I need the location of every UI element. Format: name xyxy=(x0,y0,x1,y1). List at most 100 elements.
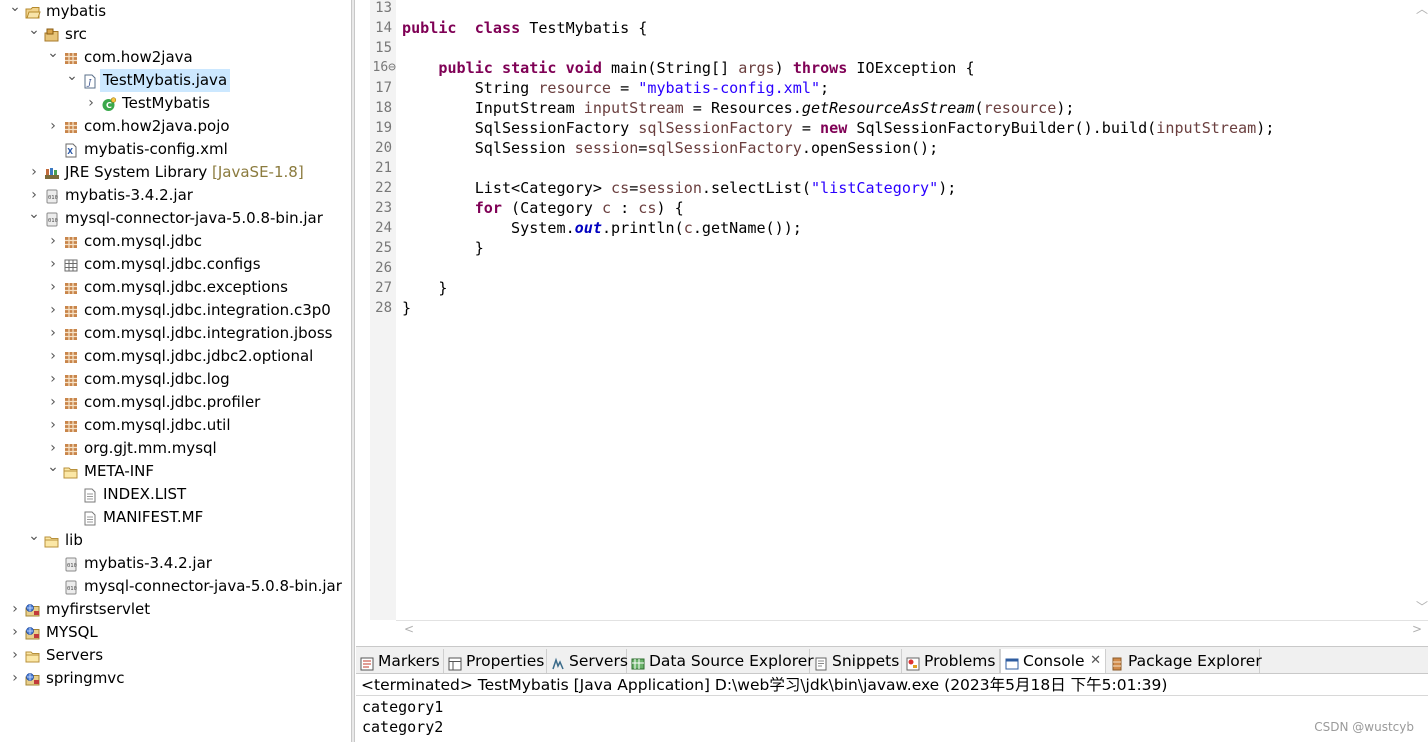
code-line[interactable]: InputStream inputStream = Resources.getR… xyxy=(402,98,1075,118)
chevron-down-icon[interactable]: ⌄ xyxy=(47,42,59,65)
chevron-right-icon[interactable]: › xyxy=(47,115,59,138)
tree-item[interactable]: › Servers xyxy=(0,644,351,667)
chevron-right-icon[interactable]: › xyxy=(47,368,59,391)
tree-item[interactable]: › com.mysql.jdbc.configs xyxy=(0,253,351,276)
scroll-right-icon[interactable]: > xyxy=(1412,622,1422,636)
scroll-up-icon[interactable]: ︿ xyxy=(1416,0,1428,17)
tree-item[interactable]: 010 mysql-connector-java-5.0.8-bin.jar xyxy=(0,575,351,598)
bottom-panel: Markers Properties Servers Data Source Expl… xyxy=(356,646,1428,743)
chevron-right-icon[interactable]: › xyxy=(47,276,59,299)
chevron-right-icon[interactable]: › xyxy=(9,644,21,667)
tree-item[interactable]: INDEX.LIST xyxy=(0,483,351,506)
tree-item[interactable]: › JRE System Library [JavaSE-1.8] xyxy=(0,161,351,184)
code-token: static xyxy=(492,59,557,77)
code-line[interactable]: } xyxy=(402,238,484,258)
code-editor[interactable]: 13 14 15 16⊖ 17 18 19 20 21 22 23 24 25 26 27 28 public… xyxy=(356,0,1428,641)
web-project-icon xyxy=(25,602,41,617)
tree-item[interactable]: ⌄ com.how2java xyxy=(0,45,351,69)
tree-item-label: mybatis-config.xml xyxy=(84,138,228,161)
tree-item-hint: [JavaSE-1.8] xyxy=(207,163,304,181)
tree-item[interactable]: ⌄ mybatis xyxy=(0,0,351,23)
tree-item[interactable]: › com.mysql.jdbc.jdbc2.optional xyxy=(0,345,351,368)
tab-properties[interactable]: Properties xyxy=(444,649,547,673)
vertical-splitter[interactable] xyxy=(351,0,355,742)
tree-item-text: mybatis xyxy=(46,2,107,20)
tree-item[interactable]: › myfirstservlet xyxy=(0,598,351,621)
tree-item-label: META-INF xyxy=(84,460,154,483)
tree-item-label: mybatis xyxy=(46,0,106,23)
tree-item[interactable]: › springmvc xyxy=(0,667,351,690)
tab-data-source-explorer[interactable]: Data Source Explorer xyxy=(627,649,814,673)
chevron-right-icon[interactable]: › xyxy=(47,322,59,345)
tree-item-label: Servers xyxy=(46,644,103,667)
code-token: ( xyxy=(974,99,984,117)
code-line[interactable]: public class TestMybatis { xyxy=(402,18,647,38)
scroll-down-icon[interactable]: ﹀ xyxy=(1416,598,1428,615)
tree-item-text: com.how2java.pojo xyxy=(84,117,230,135)
code-line[interactable]: List<Category> cs=session.selectList("li… xyxy=(402,178,957,198)
tab-problems[interactable]: Problems xyxy=(902,649,1000,673)
code-token: ); xyxy=(938,179,957,197)
tree-item[interactable]: › com.mysql.jdbc.util xyxy=(0,414,351,437)
code-line[interactable]: } xyxy=(402,298,411,318)
tab-markers[interactable]: Markers xyxy=(356,649,444,673)
tree-item[interactable]: › com.mysql.jdbc.integration.jboss xyxy=(0,322,351,345)
chevron-right-icon[interactable]: › xyxy=(47,414,59,437)
chevron-right-icon[interactable]: › xyxy=(28,161,40,184)
tree-item[interactable]: Xmybatis-config.xml xyxy=(0,138,351,161)
chevron-down-icon[interactable]: ⌄ xyxy=(47,456,59,479)
code-line[interactable]: SqlSessionFactory sqlSessionFactory = ne… xyxy=(402,118,1275,138)
tree-item[interactable]: › com.mysql.jdbc.profiler xyxy=(0,391,351,414)
tree-item-text: META-INF xyxy=(84,462,155,480)
chevron-right-icon[interactable]: › xyxy=(9,621,21,644)
package-icon xyxy=(63,326,79,341)
tree-item[interactable]: MANIFEST.MF xyxy=(0,506,351,529)
scroll-left-icon[interactable]: < xyxy=(404,622,414,636)
chevron-right-icon[interactable]: › xyxy=(47,345,59,368)
tab-servers[interactable]: Servers xyxy=(547,649,628,673)
tab-package-explorer[interactable]: Package Explorer xyxy=(1106,649,1262,673)
tree-item[interactable]: › C TestMybatis xyxy=(0,92,351,115)
chevron-right-icon[interactable]: › xyxy=(47,299,59,322)
chevron-down-icon[interactable]: ⌄ xyxy=(28,203,40,226)
code-line[interactable]: System.out.println(c.getName()); xyxy=(402,218,802,238)
tree-item[interactable]: › com.mysql.jdbc.exceptions xyxy=(0,276,351,299)
tree-item[interactable]: › com.mysql.jdbc.integration.c3p0 xyxy=(0,299,351,322)
chevron-down-icon[interactable]: ⌄ xyxy=(9,0,21,19)
code-line[interactable]: SqlSession session=sqlSessionFactory.ope… xyxy=(402,138,939,158)
chevron-right-icon[interactable]: › xyxy=(9,667,21,690)
chevron-down-icon[interactable]: ⌄ xyxy=(66,65,78,88)
watermark: CSDN @wustcyb xyxy=(1314,720,1414,734)
tab-label: Properties xyxy=(466,652,545,670)
tree-item[interactable]: › 010 mybatis-3.4.2.jar xyxy=(0,184,351,207)
chevron-right-icon[interactable]: › xyxy=(47,391,59,414)
tree-item[interactable]: ⌄ J TestMybatis.java xyxy=(0,68,351,92)
vertical-scrollbar[interactable]: ︿ ﹀ xyxy=(1414,0,1428,620)
tree-item[interactable]: ⌄ META-INF xyxy=(0,459,351,483)
tree-item[interactable]: › com.mysql.jdbc xyxy=(0,230,351,253)
chevron-right-icon[interactable]: › xyxy=(85,92,97,115)
tree-item-text: com.mysql.jdbc.log xyxy=(84,370,230,388)
chevron-right-icon[interactable]: › xyxy=(47,230,59,253)
tree-item-text: TestMybatis.java xyxy=(103,71,228,89)
chevron-down-icon[interactable]: ⌄ xyxy=(28,19,40,42)
horizontal-scrollbar[interactable]: < > xyxy=(396,620,1428,639)
code-line[interactable]: public static void main(String[] args) t… xyxy=(402,58,974,78)
code-line[interactable]: for (Category c : cs) { xyxy=(402,198,684,218)
line-number: 13 xyxy=(375,0,392,16)
tab-snippets[interactable]: Snippets xyxy=(810,649,902,673)
tree-item[interactable]: ⌄ lib xyxy=(0,528,351,552)
code-token: class xyxy=(474,19,521,37)
chevron-down-icon[interactable]: ⌄ xyxy=(28,525,40,548)
chevron-right-icon[interactable]: › xyxy=(47,253,59,276)
chevron-right-icon[interactable]: › xyxy=(9,598,21,621)
tree-item[interactable]: › MYSQL xyxy=(0,621,351,644)
code-line[interactable]: } xyxy=(402,278,447,298)
tree-item[interactable]: 010 mybatis-3.4.2.jar xyxy=(0,552,351,575)
tab-console[interactable]: Console ✕ xyxy=(1000,649,1106,673)
tree-item[interactable]: › com.mysql.jdbc.log xyxy=(0,368,351,391)
code-line[interactable]: String resource = "mybatis-config.xml"; xyxy=(402,78,829,98)
tree-item[interactable]: ⌄ 010 mysql-connector-java-5.0.8-bin.jar xyxy=(0,206,351,230)
close-icon[interactable]: ✕ xyxy=(1090,649,1101,673)
tree-item[interactable]: › com.how2java.pojo xyxy=(0,115,351,138)
